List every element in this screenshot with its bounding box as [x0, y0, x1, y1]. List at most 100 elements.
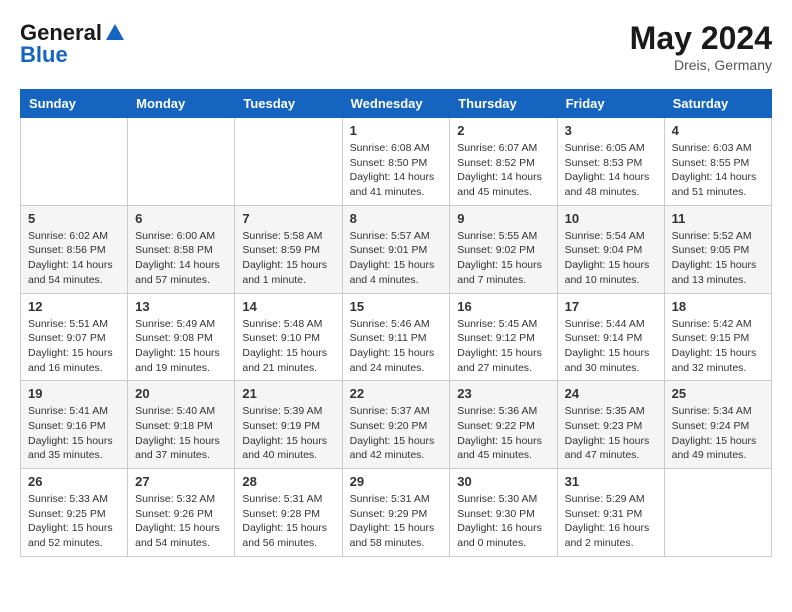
calendar-week-row: 12 Sunrise: 5:51 AMSunset: 9:07 PMDayligh… [21, 293, 772, 381]
calendar-day-5: 5 Sunrise: 6:02 AMSunset: 8:56 PMDaylight… [21, 205, 128, 293]
day-number: 4 [672, 123, 764, 138]
day-number: 7 [242, 211, 334, 226]
day-number: 17 [565, 299, 657, 314]
day-info: Sunrise: 5:49 AMSunset: 9:08 PMDaylight:… [135, 317, 227, 376]
weekday-header-thursday: Thursday [450, 90, 557, 118]
month-year: May 2024 [630, 20, 772, 57]
day-number: 16 [457, 299, 549, 314]
calendar-day-1: 1 Sunrise: 6:08 AMSunset: 8:50 PMDaylight… [342, 118, 450, 206]
calendar-day-7: 7 Sunrise: 5:58 AMSunset: 8:59 PMDaylight… [235, 205, 342, 293]
day-number: 1 [350, 123, 443, 138]
calendar-day-14: 14 Sunrise: 5:48 AMSunset: 9:10 PMDayligh… [235, 293, 342, 381]
calendar-day-13: 13 Sunrise: 5:49 AMSunset: 9:08 PMDayligh… [128, 293, 235, 381]
calendar-day-15: 15Sunrise: 5:46 AMSunset: 9:11 PMDayligh… [342, 293, 450, 381]
calendar-day-8: 8 Sunrise: 5:57 AMSunset: 9:01 PMDaylight… [342, 205, 450, 293]
day-info: Sunrise: 5:40 AMSunset: 9:18 PMDaylight:… [135, 404, 227, 463]
calendar-day-3: 3Sunrise: 6:05 AMSunset: 8:53 PMDaylight… [557, 118, 664, 206]
calendar-day-18: 18Sunrise: 5:42 AMSunset: 9:15 PMDayligh… [664, 293, 771, 381]
calendar-day-10: 10 Sunrise: 5:54 AMSunset: 9:04 PMDayligh… [557, 205, 664, 293]
calendar-week-row: 19Sunrise: 5:41 AMSunset: 9:16 PMDayligh… [21, 381, 772, 469]
calendar-day-22: 22 Sunrise: 5:37 AMSunset: 9:20 PMDayligh… [342, 381, 450, 469]
calendar-day-23: 23 Sunrise: 5:36 AMSunset: 9:22 PMDayligh… [450, 381, 557, 469]
day-number: 18 [672, 299, 764, 314]
day-info: Sunrise: 6:02 AMSunset: 8:56 PMDaylight:… [28, 229, 120, 288]
calendar-day-6: 6Sunrise: 6:00 AMSunset: 8:58 PMDaylight… [128, 205, 235, 293]
weekday-header-sunday: Sunday [21, 90, 128, 118]
day-number: 31 [565, 474, 657, 489]
calendar-week-row: 1 Sunrise: 6:08 AMSunset: 8:50 PMDaylight… [21, 118, 772, 206]
day-info: Sunrise: 5:54 AMSunset: 9:04 PMDaylight:… [565, 229, 657, 288]
day-info: Sunrise: 5:44 AMSunset: 9:14 PMDaylight:… [565, 317, 657, 376]
day-number: 24 [565, 386, 657, 401]
day-info: Sunrise: 5:31 AMSunset: 9:29 PMDaylight:… [350, 492, 443, 551]
day-number: 6 [135, 211, 227, 226]
weekday-header-tuesday: Tuesday [235, 90, 342, 118]
day-number: 13 [135, 299, 227, 314]
day-number: 11 [672, 211, 764, 226]
calendar-day-28: 28Sunrise: 5:31 AMSunset: 9:28 PMDayligh… [235, 469, 342, 557]
day-number: 3 [565, 123, 657, 138]
day-info: Sunrise: 6:03 AMSunset: 8:55 PMDaylight:… [672, 141, 764, 200]
page-header: General Blue May 2024 Dreis, Germany [20, 20, 772, 73]
calendar-week-row: 26Sunrise: 5:33 AMSunset: 9:25 PMDayligh… [21, 469, 772, 557]
day-info: Sunrise: 5:52 AMSunset: 9:05 PMDaylight:… [672, 229, 764, 288]
day-number: 5 [28, 211, 120, 226]
calendar-empty-cell [21, 118, 128, 206]
weekday-header-wednesday: Wednesday [342, 90, 450, 118]
calendar-empty-cell [235, 118, 342, 206]
calendar-empty-cell [128, 118, 235, 206]
calendar-day-4: 4 Sunrise: 6:03 AMSunset: 8:55 PMDaylight… [664, 118, 771, 206]
day-info: Sunrise: 5:34 AMSunset: 9:24 PMDaylight:… [672, 404, 764, 463]
calendar-day-26: 26Sunrise: 5:33 AMSunset: 9:25 PMDayligh… [21, 469, 128, 557]
weekday-header-friday: Friday [557, 90, 664, 118]
calendar-day-30: 30Sunrise: 5:30 AMSunset: 9:30 PMDayligh… [450, 469, 557, 557]
day-info: Sunrise: 5:45 AMSunset: 9:12 PMDaylight:… [457, 317, 549, 376]
day-info: Sunrise: 5:51 AMSunset: 9:07 PMDaylight:… [28, 317, 120, 376]
day-number: 2 [457, 123, 549, 138]
calendar-day-27: 27 Sunrise: 5:32 AMSunset: 9:26 PMDayligh… [128, 469, 235, 557]
calendar-day-11: 11 Sunrise: 5:52 AMSunset: 9:05 PMDayligh… [664, 205, 771, 293]
day-info: Sunrise: 5:58 AMSunset: 8:59 PMDaylight:… [242, 229, 334, 288]
day-info: Sunrise: 5:48 AMSunset: 9:10 PMDaylight:… [242, 317, 334, 376]
day-number: 21 [242, 386, 334, 401]
calendar-day-19: 19Sunrise: 5:41 AMSunset: 9:16 PMDayligh… [21, 381, 128, 469]
day-info: Sunrise: 5:36 AMSunset: 9:22 PMDaylight:… [457, 404, 549, 463]
day-info: Sunrise: 5:31 AMSunset: 9:28 PMDaylight:… [242, 492, 334, 551]
day-number: 27 [135, 474, 227, 489]
day-number: 8 [350, 211, 443, 226]
day-number: 12 [28, 299, 120, 314]
day-number: 19 [28, 386, 120, 401]
weekday-header-row: SundayMondayTuesdayWednesdayThursdayFrid… [21, 90, 772, 118]
logo: General Blue [20, 20, 126, 68]
weekday-header-monday: Monday [128, 90, 235, 118]
day-number: 26 [28, 474, 120, 489]
day-number: 29 [350, 474, 443, 489]
calendar-empty-cell [664, 469, 771, 557]
calendar-day-16: 16 Sunrise: 5:45 AMSunset: 9:12 PMDayligh… [450, 293, 557, 381]
day-number: 14 [242, 299, 334, 314]
day-info: Sunrise: 5:32 AMSunset: 9:26 PMDaylight:… [135, 492, 227, 551]
day-info: Sunrise: 5:29 AMSunset: 9:31 PMDaylight:… [565, 492, 657, 551]
day-number: 23 [457, 386, 549, 401]
calendar-day-21: 21 Sunrise: 5:39 AMSunset: 9:19 PMDayligh… [235, 381, 342, 469]
day-info: Sunrise: 5:30 AMSunset: 9:30 PMDaylight:… [457, 492, 549, 551]
calendar-day-17: 17 Sunrise: 5:44 AMSunset: 9:14 PMDayligh… [557, 293, 664, 381]
day-info: Sunrise: 5:39 AMSunset: 9:19 PMDaylight:… [242, 404, 334, 463]
calendar-day-25: 25 Sunrise: 5:34 AMSunset: 9:24 PMDayligh… [664, 381, 771, 469]
day-info: Sunrise: 6:07 AMSunset: 8:52 PMDaylight:… [457, 141, 549, 200]
day-number: 22 [350, 386, 443, 401]
day-info: Sunrise: 5:57 AMSunset: 9:01 PMDaylight:… [350, 229, 443, 288]
location: Dreis, Germany [630, 57, 772, 73]
day-number: 25 [672, 386, 764, 401]
day-info: Sunrise: 5:35 AMSunset: 9:23 PMDaylight:… [565, 404, 657, 463]
day-number: 10 [565, 211, 657, 226]
day-info: Sunrise: 5:37 AMSunset: 9:20 PMDaylight:… [350, 404, 443, 463]
calendar-day-24: 24 Sunrise: 5:35 AMSunset: 9:23 PMDayligh… [557, 381, 664, 469]
day-info: Sunrise: 5:55 AMSunset: 9:02 PMDaylight:… [457, 229, 549, 288]
day-info: Sunrise: 6:08 AMSunset: 8:50 PMDaylight:… [350, 141, 443, 200]
calendar-day-20: 20Sunrise: 5:40 AMSunset: 9:18 PMDayligh… [128, 381, 235, 469]
day-number: 9 [457, 211, 549, 226]
calendar-day-9: 9 Sunrise: 5:55 AMSunset: 9:02 PMDaylight… [450, 205, 557, 293]
logo-blue: Blue [20, 42, 68, 68]
calendar-day-2: 2 Sunrise: 6:07 AMSunset: 8:52 PMDaylight… [450, 118, 557, 206]
